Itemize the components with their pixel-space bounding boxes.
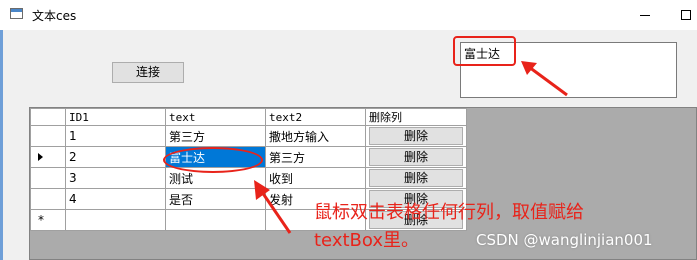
column-header-delete[interactable]: 删除列: [365, 108, 467, 126]
current-row-arrow-icon: [38, 153, 43, 161]
row-header[interactable]: [30, 188, 66, 210]
cell-id[interactable]: 4: [65, 188, 166, 210]
delete-button[interactable]: 删除: [369, 127, 463, 145]
cell-id[interactable]: 1: [65, 125, 166, 147]
window-left-edge: [0, 20, 3, 260]
app-window-icon: [10, 8, 23, 19]
cell-text2[interactable]: 第三方: [265, 146, 366, 168]
row-header[interactable]: *: [30, 209, 66, 231]
cell-delete: 删除: [365, 125, 467, 147]
row-header-corner: [30, 108, 66, 126]
cell-id[interactable]: 3: [65, 167, 166, 189]
highlight-box: [453, 36, 516, 66]
row-header[interactable]: [30, 146, 66, 168]
cell-delete: 删除: [365, 146, 467, 168]
grid-header-row: ID1 text text2 删除列: [30, 108, 467, 126]
column-header-text2[interactable]: text2: [265, 108, 366, 126]
window-title: 文本ces: [32, 9, 77, 23]
highlight-ellipse: [163, 147, 263, 173]
cell-text2[interactable]: 撒地方输入: [265, 125, 366, 147]
row-header[interactable]: [30, 167, 66, 189]
connect-button[interactable]: 连接: [112, 62, 184, 83]
minimize-icon[interactable]: [630, 5, 660, 25]
watermark: CSDN @wanglinjian001: [476, 231, 653, 249]
delete-button[interactable]: 删除: [369, 148, 463, 166]
red-arrow-icon: [254, 180, 292, 234]
title-bar: 文本ces: [0, 0, 697, 30]
cell-id[interactable]: 2: [65, 146, 166, 168]
cell-delete: 删除: [365, 167, 467, 189]
column-header-id1[interactable]: ID1: [65, 108, 166, 126]
new-row-marker: *: [38, 213, 44, 227]
cell-id[interactable]: [65, 209, 166, 231]
maximize-icon[interactable]: [675, 5, 697, 25]
table-row: 3 测试 收到 删除: [30, 167, 467, 189]
cell-text[interactable]: 第三方: [165, 125, 266, 147]
table-row: 1 第三方 撒地方输入 删除: [30, 125, 467, 147]
row-header[interactable]: [30, 125, 66, 147]
column-header-text[interactable]: text: [165, 108, 266, 126]
delete-button[interactable]: 删除: [369, 169, 463, 187]
red-arrow-icon: [521, 61, 568, 97]
